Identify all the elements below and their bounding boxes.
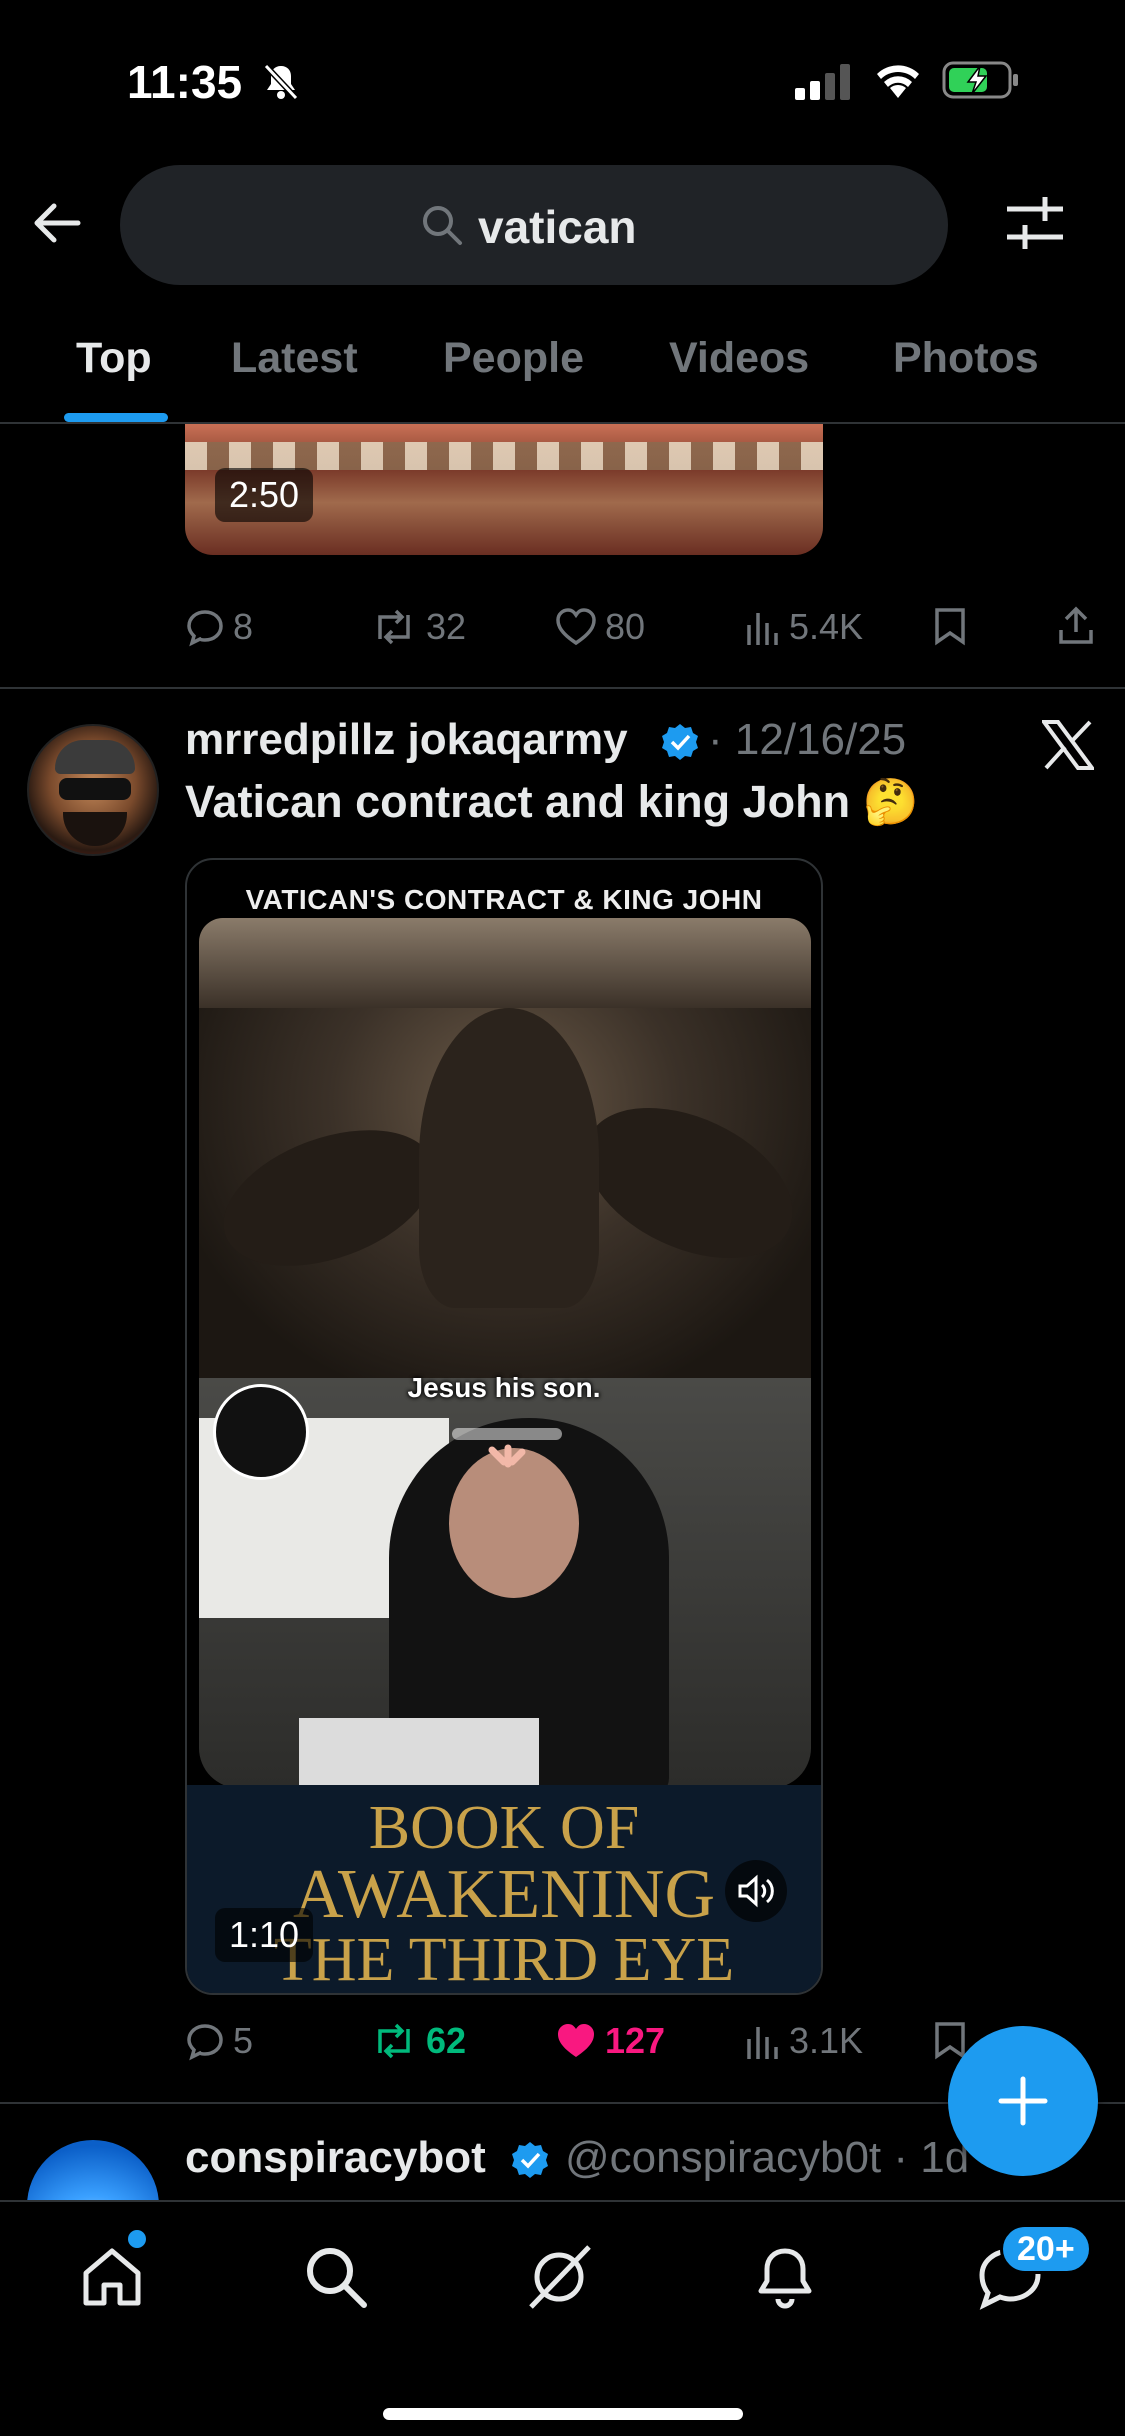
search-query: vatican <box>478 201 637 253</box>
previous-post-video[interactable]: 2:50 <box>185 424 823 555</box>
author-name[interactable]: conspiracybot <box>185 2133 486 2183</box>
battery-charging-icon <box>942 61 1018 99</box>
search-icon <box>423 206 462 245</box>
compose-button[interactable] <box>948 2026 1098 2176</box>
search-icon[interactable] <box>302 2243 370 2311</box>
views-count: 3.1K <box>789 2020 864 2061</box>
post-date: · 12/16/25 <box>708 715 907 764</box>
heart-filled-icon <box>558 2024 594 2057</box>
repost-count: 32 <box>426 606 467 647</box>
views-button[interactable]: 3.1K <box>745 2020 863 2062</box>
loading-spinner-icon <box>452 1428 562 1468</box>
post-video[interactable]: VATICAN'S CONTRACT & KING JOHN Jesus his… <box>185 858 823 1995</box>
heart-icon <box>556 608 596 646</box>
bottom-navigation <box>0 2200 1125 2436</box>
post-text: Vatican contract and king John 🤔 <box>185 776 919 827</box>
search-bar[interactable]: vatican <box>120 165 948 285</box>
repost-button[interactable]: 32 <box>370 606 466 648</box>
reply-button[interactable]: 5 <box>185 2020 253 2062</box>
cellular-signal-icon <box>795 64 850 100</box>
views-chart-icon <box>747 613 778 645</box>
tab-photos[interactable]: Photos <box>893 334 1039 383</box>
previous-post-actions: 8 32 80 5.4K <box>185 606 1105 666</box>
status-time: 11:35 <box>127 56 243 108</box>
like-count: 127 <box>605 2020 666 2061</box>
filter-settings-icon[interactable] <box>1005 195 1065 251</box>
tab-latest[interactable]: Latest <box>231 334 358 383</box>
share-icon <box>1059 606 1093 644</box>
reply-icon <box>187 610 223 647</box>
tab-people[interactable]: People <box>443 334 584 383</box>
book-line-1: BOOK OF <box>368 1794 640 1862</box>
bookmark-icon <box>935 608 965 646</box>
views-chart-icon <box>747 2027 778 2059</box>
like-button[interactable]: 80 <box>555 606 645 648</box>
repost-icon <box>378 2023 410 2059</box>
views-count: 5.4K <box>789 606 864 647</box>
like-button[interactable]: 127 <box>555 2020 665 2062</box>
video-title: VATICAN'S CONTRACT & KING JOHN <box>245 884 763 915</box>
video-duration: 1:10 <box>215 1908 314 1962</box>
verified-badge-icon <box>512 2142 548 2178</box>
grok-icon[interactable] <box>525 2243 593 2311</box>
bookmark-button[interactable] <box>933 606 967 646</box>
plus-icon <box>998 2076 1048 2126</box>
x-logo-icon <box>1042 720 1094 770</box>
reply-count: 8 <box>233 606 254 647</box>
speaker-icon <box>738 1874 774 1908</box>
notifications-bell-icon[interactable] <box>751 2243 819 2311</box>
repost-button[interactable]: 62 <box>370 2020 466 2062</box>
like-count: 80 <box>605 606 646 647</box>
share-button[interactable] <box>1057 606 1095 646</box>
video-panel-statue <box>199 918 811 1378</box>
bell-muted-icon <box>263 63 299 101</box>
repost-icon <box>378 609 410 645</box>
reply-button[interactable]: 8 <box>185 606 253 648</box>
video-caption: Jesus his son. <box>407 1372 601 1403</box>
sound-toggle-button[interactable] <box>725 1860 787 1922</box>
reply-count: 5 <box>233 2020 254 2061</box>
back-arrow-icon[interactable] <box>30 196 84 250</box>
home-indicator <box>383 2408 743 2420</box>
status-bar: 11:35 <box>0 0 1125 150</box>
home-icon[interactable] <box>78 2243 146 2311</box>
active-tab-indicator <box>64 413 168 422</box>
post-divider <box>0 687 1125 689</box>
verified-badge-icon <box>662 724 698 760</box>
author-handle: @conspiracyb0t · 1d <box>565 2133 970 2182</box>
home-notification-dot <box>128 2230 146 2248</box>
views-button[interactable]: 5.4K <box>745 606 863 648</box>
reply-icon <box>187 2024 223 2061</box>
author-name[interactable]: mrredpillz jokaqarmy <box>185 715 628 765</box>
bookmark-button[interactable] <box>933 2020 967 2060</box>
repost-count: 62 <box>426 2020 467 2061</box>
messages-badge: 20+ <box>1000 2224 1092 2274</box>
wifi-icon <box>877 65 919 98</box>
bookmark-icon <box>935 2022 965 2060</box>
tab-top[interactable]: Top <box>76 334 152 383</box>
video-duration: 2:50 <box>215 468 314 522</box>
video-frame-pattern <box>185 442 823 470</box>
avatar[interactable] <box>27 724 159 856</box>
tab-videos[interactable]: Videos <box>669 334 809 383</box>
